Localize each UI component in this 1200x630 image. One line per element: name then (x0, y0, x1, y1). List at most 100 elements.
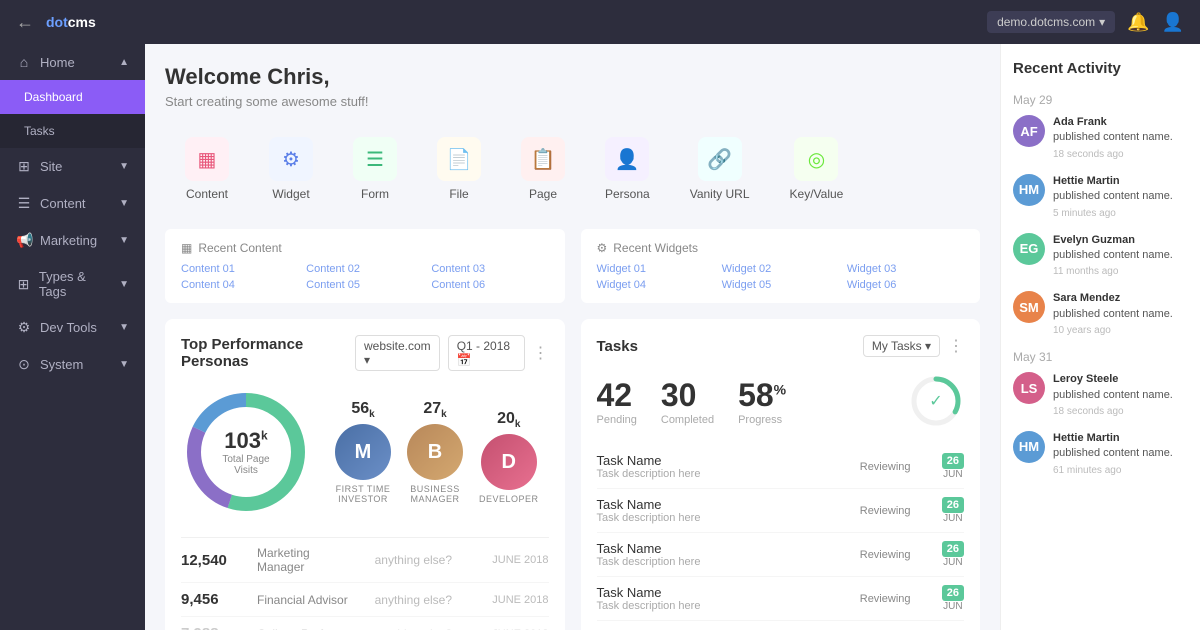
task-date: 26 JUN (942, 497, 964, 524)
chevron-devtools-icon: ▼ (119, 322, 129, 333)
sidebar-item-dashboard[interactable]: Dashboard (0, 80, 145, 114)
task-date-num: 26 (942, 497, 964, 513)
persona-name-2: BUSINESSMANAGER (410, 484, 460, 504)
qa-key-value[interactable]: ◎ Key/Value (770, 125, 864, 213)
activity-avatar: LS (1013, 372, 1045, 404)
persona-misc: anything else? (375, 627, 477, 630)
persona-row: 7,988 College Professor anything else? J… (181, 617, 549, 630)
task-name: Task Name (597, 585, 848, 600)
file-qa-icon: 📄 (437, 137, 481, 181)
qa-page[interactable]: 📋 Page (501, 125, 585, 213)
sidebar-label-home: Home (40, 55, 75, 70)
activity-time: 61 minutes ago (1053, 464, 1173, 478)
task-name: Task Name (597, 453, 848, 468)
notification-icon[interactable]: 🔔 (1127, 12, 1149, 33)
sidebar-label-types: Types & Tags (39, 269, 111, 299)
recent-link[interactable]: Content 05 (306, 279, 423, 291)
task-status: Reviewing (860, 593, 930, 605)
personas-panel-header: Top Performance Personas website.com ▾ Q… (181, 335, 549, 371)
activity-action: published content name. (1053, 131, 1173, 143)
recent-widget-link[interactable]: Widget 04 (597, 279, 714, 291)
activity-time: 11 months ago (1053, 265, 1173, 279)
pending-label: Pending (597, 414, 637, 426)
recent-widget-link[interactable]: Widget 03 (847, 263, 964, 275)
task-desc: Task description here (597, 600, 848, 612)
task-date: 26 JUN (942, 585, 964, 612)
activity-avatar: HM (1013, 174, 1045, 206)
qa-persona-label: Persona (605, 187, 650, 201)
completed-label: Completed (661, 414, 714, 426)
user-icon[interactable]: 👤 (1162, 12, 1184, 33)
qa-file[interactable]: 📄 File (417, 125, 501, 213)
recent-row: ▦ Recent Content Content 01 Content 02 C… (165, 229, 980, 303)
back-button[interactable]: ← (16, 12, 34, 33)
content-icon: ☰ (16, 195, 32, 212)
persona-num: 7,988 (181, 625, 241, 630)
donut-center: 103k Total Page Visits (214, 428, 279, 476)
period-select[interactable]: Q1 - 2018 📅 (448, 335, 525, 371)
recent-widget-link[interactable]: Widget 02 (722, 263, 839, 275)
task-row: Task Name Task description here Reviewin… (597, 445, 965, 489)
activity-name: Ada Frank (1053, 116, 1107, 128)
tasks-more-icon[interactable]: ⋮ (948, 336, 964, 356)
sidebar-item-tasks[interactable]: Tasks (0, 114, 145, 148)
sidebar-item-marketing[interactable]: 📢 Marketing ▼ (0, 222, 145, 259)
logo-dot: dot (46, 14, 68, 30)
domain-badge[interactable]: demo.dotcms.com ▾ (987, 11, 1115, 33)
task-date-month: JUN (943, 557, 962, 568)
recent-link[interactable]: Content 04 (181, 279, 298, 291)
personas-controls: website.com ▾ Q1 - 2018 📅 ⋮ (355, 335, 549, 371)
qa-content-label: Content (186, 187, 228, 201)
task-date-num: 26 (942, 585, 964, 601)
activity-action: published content name. (1053, 447, 1173, 459)
qa-content[interactable]: ▦ Content (165, 125, 249, 213)
tasks-filter-select[interactable]: My Tasks ▾ (863, 335, 940, 357)
persona-date: JUNE 2018 (492, 594, 548, 606)
task-date: 26 JUN (942, 541, 964, 568)
sidebar-item-site[interactable]: ⊞ Site ▼ (0, 148, 145, 185)
activity-item: HM Hettie Martin published content name.… (1013, 431, 1188, 478)
task-desc: Task description here (597, 468, 848, 480)
recent-content-links: Content 01 Content 02 Content 03 Content… (181, 263, 549, 291)
recent-link[interactable]: Content 03 (431, 263, 548, 275)
vanity-qa-icon: 🔗 (698, 137, 742, 181)
home-icon: ⌂ (16, 54, 32, 70)
persona-table: 12,540 Marketing Manager anything else? … (181, 537, 549, 630)
qa-vanity-url[interactable]: 🔗 Vanity URL (670, 125, 770, 213)
activity-item: AF Ada Frank published content name. 18 … (1013, 115, 1188, 162)
sidebar-label-system: System (40, 357, 83, 372)
recent-content-card: ▦ Recent Content Content 01 Content 02 C… (165, 229, 565, 303)
qa-persona[interactable]: 👤 Persona (585, 125, 670, 213)
sidebar-item-types-tags[interactable]: ⊞ Types & Tags ▼ (0, 259, 145, 309)
system-icon: ⊙ (16, 356, 32, 373)
activity-text: Hettie Martin published content name. 61… (1053, 431, 1173, 478)
sidebar-item-home[interactable]: ⌂ Home ▲ (0, 44, 145, 80)
donut-chart: 103k Total Page Visits (181, 387, 311, 517)
activity-date-may31: May 31 (1013, 350, 1188, 364)
persona-role: Financial Advisor (257, 593, 359, 607)
recent-link[interactable]: Content 02 (306, 263, 423, 275)
task-status: Reviewing (860, 549, 930, 561)
sidebar-item-dev-tools[interactable]: ⚙ Dev Tools ▼ (0, 309, 145, 346)
task-date-num: 26 (942, 453, 964, 469)
task-name: Task Name (597, 497, 848, 512)
sidebar-label-devtools: Dev Tools (40, 320, 97, 335)
qa-widget[interactable]: ⚙ Widget (249, 125, 333, 213)
recent-widget-link[interactable]: Widget 06 (847, 279, 964, 291)
recent-link[interactable]: Content 06 (431, 279, 548, 291)
qa-page-label: Page (529, 187, 557, 201)
sidebar-item-system[interactable]: ⊙ System ▼ (0, 346, 145, 383)
website-select[interactable]: website.com ▾ (355, 335, 440, 371)
recent-link[interactable]: Content 01 (181, 263, 298, 275)
more-icon[interactable]: ⋮ (533, 343, 549, 363)
persona-name-1: FIRST TIMEINVESTOR (336, 484, 391, 504)
task-date-num: 26 (942, 541, 964, 557)
activity-item: EG Evelyn Guzman published content name.… (1013, 233, 1188, 280)
persona-val-3: 20k (497, 410, 520, 430)
sidebar-item-content[interactable]: ☰ Content ▼ (0, 185, 145, 222)
tasks-panel-header: Tasks My Tasks ▾ ⋮ (597, 335, 965, 357)
recent-widget-link[interactable]: Widget 05 (722, 279, 839, 291)
main-panels: Top Performance Personas website.com ▾ Q… (165, 319, 980, 630)
recent-widget-link[interactable]: Widget 01 (597, 263, 714, 275)
qa-form[interactable]: ☰ Form (333, 125, 417, 213)
